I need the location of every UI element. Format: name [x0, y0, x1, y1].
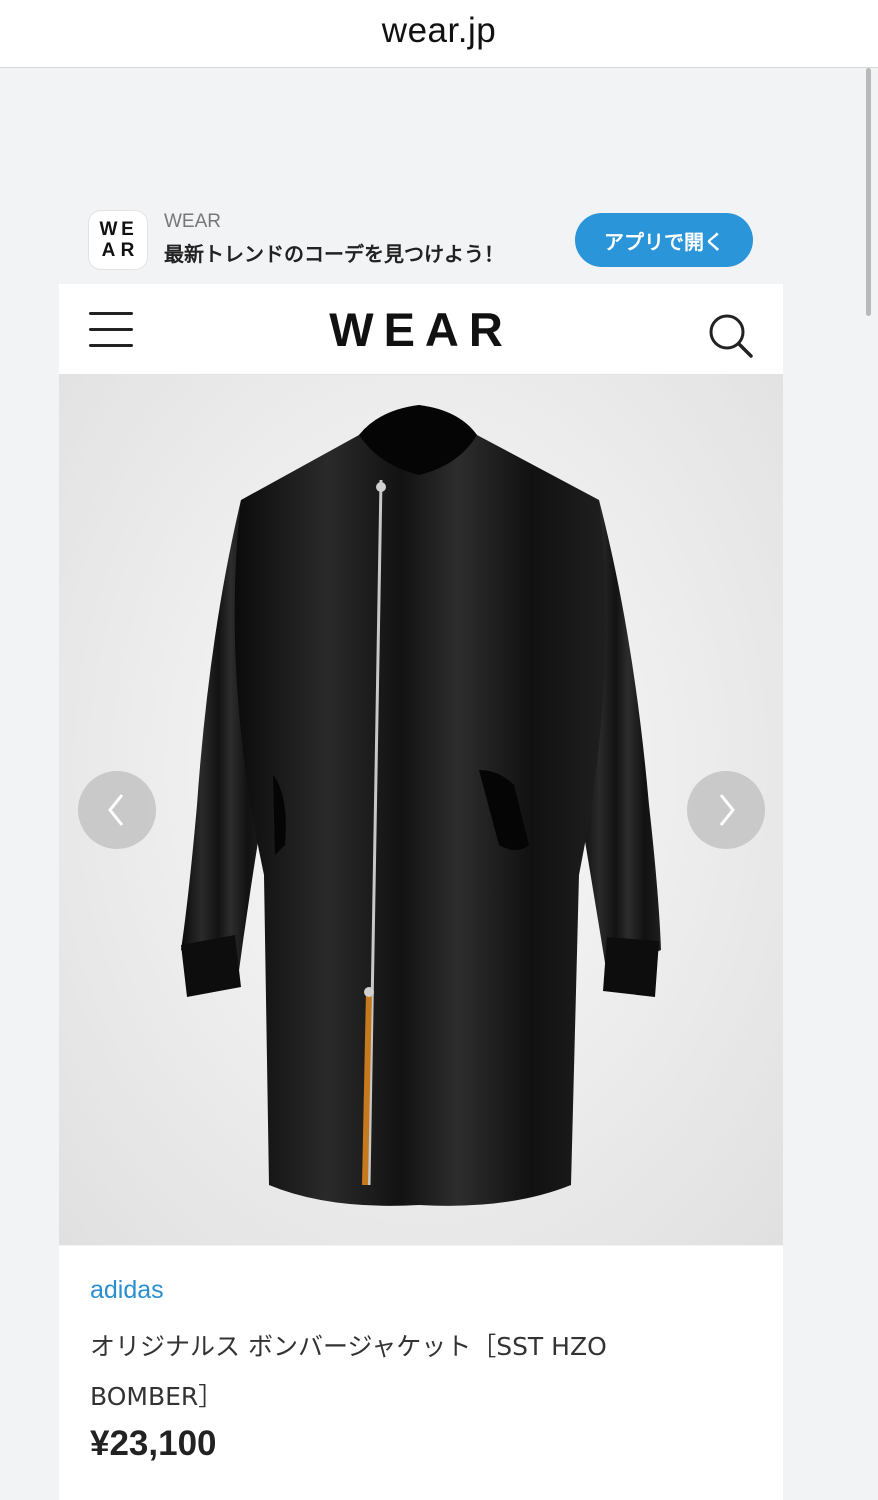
chevron-left-icon: [108, 794, 124, 826]
app-tagline: 最新トレンドのコーデを見つけよう！: [164, 242, 504, 266]
logo-letter: A: [101, 240, 116, 261]
site-logo[interactable]: WEAR: [59, 302, 783, 357]
app-name: WEAR: [164, 211, 221, 232]
open-in-app-button[interactable]: アプリで開く: [575, 213, 753, 267]
carousel-next-button[interactable]: [687, 771, 765, 849]
app-install-banner: W E A R WEAR 最新トレンドのコーデを見つけよう！ アプリで開く: [89, 207, 755, 273]
product-price: ¥23,100: [90, 1424, 217, 1463]
carousel-prev-button[interactable]: [78, 771, 156, 849]
product-name: オリジナルス ボンバージャケット［SST HZO BOMBER］: [90, 1332, 607, 1411]
jacket-illustration: [181, 405, 661, 1206]
browser-url-bar[interactable]: wear.jp: [0, 0, 878, 68]
page-scrollbar[interactable]: [866, 68, 871, 316]
logo-letter: W: [99, 219, 118, 240]
logo-letter: R: [120, 240, 135, 261]
chevron-right-icon: [719, 794, 735, 826]
site-header: WEAR: [59, 284, 783, 375]
search-icon[interactable]: [707, 312, 755, 360]
url-text: wear.jp: [381, 10, 497, 50]
product-info: adidas オリジナルス ボンバージャケット［SST HZO BOMBER］ …: [59, 1246, 783, 1500]
product-image[interactable]: [59, 375, 783, 1245]
logo-letter: E: [121, 219, 134, 240]
app-logo-icon: W E A R: [89, 211, 147, 269]
brand-link[interactable]: adidas: [90, 1276, 164, 1305]
